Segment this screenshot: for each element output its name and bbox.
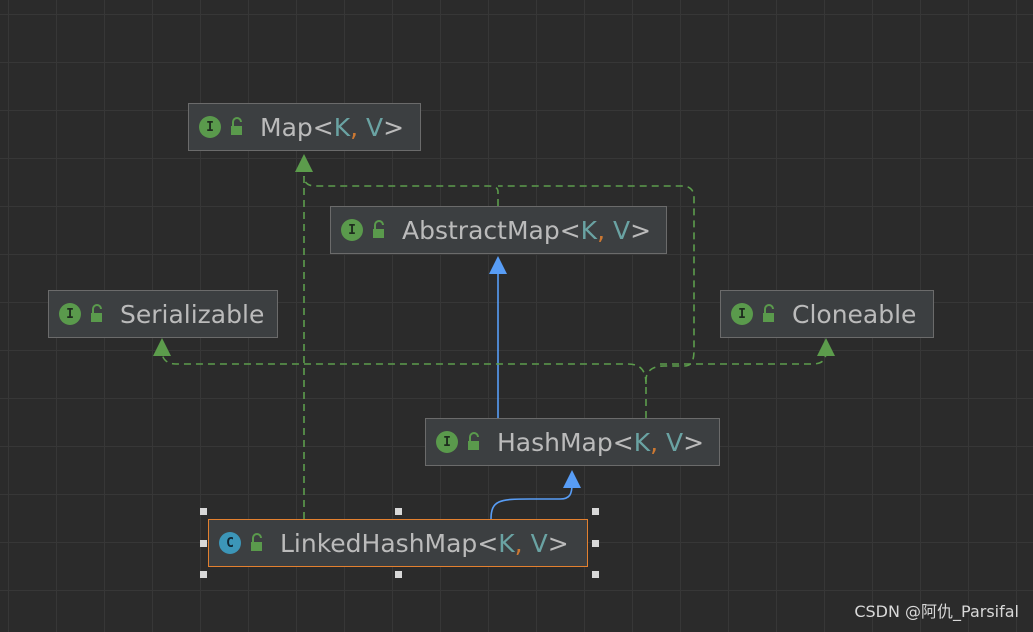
interface-kind-icon: I	[731, 303, 753, 325]
arrowhead-serializable	[153, 338, 171, 356]
node-cloneable[interactable]: I Cloneable	[720, 290, 934, 338]
watermark: CSDN @阿仇_Parsifal	[854, 602, 1019, 621]
type-open-bracket: <	[612, 427, 634, 457]
arrowhead-cloneable	[817, 338, 835, 356]
resize-handle-bottom[interactable]	[395, 571, 402, 578]
type-open-bracket: <	[312, 112, 334, 142]
resize-handle-right[interactable]	[592, 540, 599, 547]
type-param-v: V	[366, 112, 384, 142]
class-kind-icon: C	[219, 532, 241, 554]
type-close-bracket: >	[547, 528, 569, 558]
node-name: Serializable	[120, 299, 265, 329]
edge-linkedhashmap-to-hashmap	[490, 483, 573, 520]
type-param-separator: ,	[597, 215, 606, 245]
lock-open-icon	[251, 533, 262, 551]
node-linkedhashmap[interactable]: C LinkedHashMap < K, V >	[208, 519, 588, 567]
type-param-k: K	[633, 427, 651, 457]
edge-abstractmap-to-map	[303, 175, 499, 206]
lock-open-icon	[91, 304, 102, 322]
arrowhead-abstractmap	[489, 256, 507, 274]
lock-open-icon	[468, 432, 479, 450]
lock-open-icon	[763, 304, 774, 322]
type-param-k: K	[333, 112, 351, 142]
node-name: Cloneable	[792, 299, 917, 329]
node-name: AbstractMap	[402, 215, 560, 245]
type-close-bracket: >	[630, 215, 652, 245]
type-param-separator: ,	[650, 427, 659, 457]
node-name: HashMap	[497, 427, 613, 457]
lock-open-icon	[231, 117, 242, 135]
type-close-bracket: >	[383, 112, 405, 142]
node-abstractmap[interactable]: I AbstractMap < K, V >	[330, 206, 667, 254]
type-param-v: V	[530, 528, 548, 558]
type-param-space	[658, 428, 666, 457]
type-open-bracket: <	[559, 215, 581, 245]
type-param-k: K	[498, 528, 515, 558]
resize-handle-top[interactable]	[395, 508, 402, 515]
lock-open-icon	[373, 220, 384, 238]
type-param-space	[358, 113, 366, 142]
node-serializable[interactable]: I Serializable	[48, 290, 278, 338]
edge-hashmap-to-serializable	[161, 351, 647, 385]
interface-kind-icon: I	[199, 116, 221, 138]
resize-handle-top-left[interactable]	[200, 508, 207, 515]
arrowhead-map	[295, 154, 313, 172]
type-close-bracket: >	[683, 427, 705, 457]
interface-kind-icon: I	[436, 431, 458, 453]
type-param-space	[523, 529, 531, 558]
node-map[interactable]: I Map < K, V >	[188, 103, 421, 151]
arrowhead-hashmap	[563, 470, 581, 488]
resize-handle-top-right[interactable]	[592, 508, 599, 515]
type-param-separator: ,	[514, 528, 523, 558]
type-open-bracket: <	[477, 528, 499, 558]
interface-kind-icon: I	[341, 219, 363, 241]
resize-handle-bottom-right[interactable]	[592, 571, 599, 578]
uml-diagram-canvas[interactable]: I Map < K, V > I AbstractMap < K, V > I Serial…	[0, 0, 1033, 632]
edge-hashmap-to-cloneable	[660, 351, 827, 365]
type-param-space	[605, 216, 613, 245]
node-name: Map	[260, 112, 313, 142]
type-param-k: K	[580, 215, 598, 245]
type-param-v: V	[666, 427, 684, 457]
node-hashmap[interactable]: I HashMap < K, V >	[425, 418, 720, 466]
interface-kind-icon: I	[59, 303, 81, 325]
type-param-v: V	[612, 215, 631, 245]
type-param-separator: ,	[350, 112, 359, 142]
node-name: LinkedHashMap	[280, 528, 478, 558]
resize-handle-left[interactable]	[200, 540, 207, 547]
resize-handle-bottom-left[interactable]	[200, 571, 207, 578]
